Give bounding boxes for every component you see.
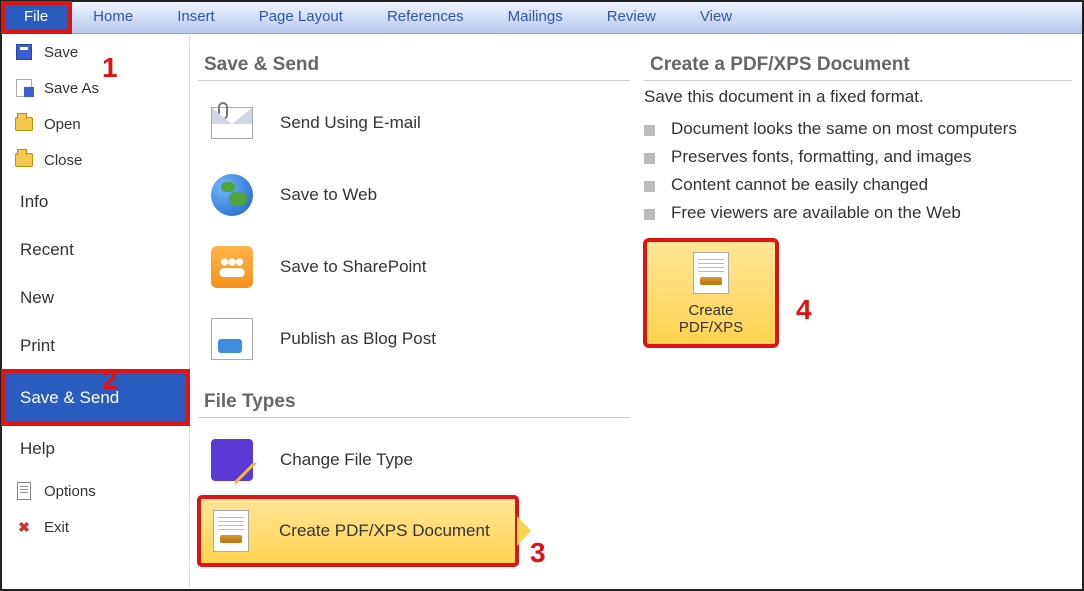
option-save-sharepoint[interactable]: Save to SharePoint <box>198 231 630 303</box>
annotation-3: 3 <box>530 537 546 569</box>
save-as-icon <box>14 78 34 98</box>
button-label-line2: PDF/XPS <box>651 319 771 336</box>
sidebar-item-save-send[interactable]: Save & Send <box>2 370 189 425</box>
button-label-line1: Create <box>651 302 771 319</box>
section-file-types: File Types <box>198 385 630 418</box>
sidebar-item-recent[interactable]: Recent <box>2 226 189 274</box>
bullet-text: Preserves fonts, formatting, and images <box>671 147 971 167</box>
sidebar-item-info[interactable]: Info <box>2 178 189 226</box>
envelope-icon <box>208 99 256 147</box>
option-label: Send Using E-mail <box>280 113 421 133</box>
option-label: Save to SharePoint <box>280 257 426 277</box>
bullet-icon <box>644 153 655 164</box>
option-send-email[interactable]: Send Using E-mail <box>198 87 630 159</box>
option-label: Publish as Blog Post <box>280 329 436 349</box>
sidebar-item-label: Close <box>44 152 82 169</box>
bullet-text: Document looks the same on most computer… <box>671 119 1017 139</box>
pdf-doc-icon <box>693 252 729 294</box>
backstage-sidebar: Save Save As Open Close Info Recent New … <box>2 34 190 587</box>
detail-title: Create a PDF/XPS Document <box>644 48 1072 81</box>
option-create-pdf-xps[interactable]: Create PDF/XPS Document <box>198 496 518 566</box>
sidebar-item-label: Save & Send <box>20 388 119 408</box>
sidebar-item-label: New <box>20 288 54 308</box>
sidebar-item-label: Save <box>44 44 78 61</box>
option-label: Change File Type <box>280 450 413 470</box>
tab-references[interactable]: References <box>365 2 486 33</box>
detail-lead: Save this document in a fixed format. <box>644 87 1072 107</box>
folder-close-icon <box>14 150 34 170</box>
save-icon <box>14 42 34 62</box>
annotation-4: 4 <box>796 294 812 326</box>
ribbon-tabs: File Home Insert Page Layout References … <box>2 2 1082 34</box>
bullet-icon <box>644 181 655 192</box>
sidebar-item-exit[interactable]: ✖ Exit <box>2 509 189 545</box>
detail-panel: Create a PDF/XPS Document Save this docu… <box>638 34 1082 587</box>
tab-home[interactable]: Home <box>71 2 155 33</box>
tab-page-layout[interactable]: Page Layout <box>237 2 365 33</box>
sidebar-item-label: Open <box>44 116 81 133</box>
exit-icon: ✖ <box>14 517 34 537</box>
create-pdf-xps-button[interactable]: Create PDF/XPS <box>644 239 778 347</box>
options-icon <box>14 481 34 501</box>
tab-view[interactable]: View <box>678 2 754 33</box>
sidebar-item-label: Options <box>44 483 96 500</box>
sidebar-item-help[interactable]: Help <box>2 425 189 473</box>
sidebar-item-save-as[interactable]: Save As <box>2 70 189 106</box>
option-save-web[interactable]: Save to Web <box>198 159 630 231</box>
tab-insert[interactable]: Insert <box>155 2 237 33</box>
sidebar-item-save[interactable]: Save <box>2 34 189 70</box>
option-publish-blog[interactable]: Publish as Blog Post <box>198 303 630 375</box>
sharepoint-icon <box>208 243 256 291</box>
sidebar-item-print[interactable]: Print <box>2 322 189 370</box>
section-save-send: Save & Send <box>198 48 630 81</box>
change-file-type-icon <box>208 436 256 484</box>
option-label: Save to Web <box>280 185 377 205</box>
blog-icon <box>208 315 256 363</box>
bullet-text: Free viewers are available on the Web <box>671 203 961 223</box>
sidebar-item-label: Save As <box>44 80 99 97</box>
sidebar-item-open[interactable]: Open <box>2 106 189 142</box>
bullet-text: Content cannot be easily changed <box>671 175 928 195</box>
sidebar-item-label: Exit <box>44 519 69 536</box>
bullet-icon <box>644 125 655 136</box>
option-label: Create PDF/XPS Document <box>279 521 490 541</box>
sidebar-item-label: Info <box>20 192 48 212</box>
save-send-panel: Save & Send Send Using E-mail Save to We… <box>190 34 638 587</box>
bullet-icon <box>644 209 655 220</box>
tab-file[interactable]: File <box>2 2 71 33</box>
option-change-file-type[interactable]: Change File Type <box>198 424 630 496</box>
sidebar-item-label: Recent <box>20 240 74 260</box>
sidebar-item-new[interactable]: New <box>2 274 189 322</box>
sidebar-item-options[interactable]: Options <box>2 473 189 509</box>
tab-review[interactable]: Review <box>585 2 678 33</box>
folder-open-icon <box>14 114 34 134</box>
sidebar-item-close[interactable]: Close <box>2 142 189 178</box>
sidebar-item-label: Print <box>20 336 55 356</box>
pdf-doc-icon <box>207 507 255 555</box>
tab-mailings[interactable]: Mailings <box>486 2 585 33</box>
detail-bullets: Document looks the same on most computer… <box>644 115 1072 227</box>
globe-icon <box>208 171 256 219</box>
sidebar-item-label: Help <box>20 439 55 459</box>
